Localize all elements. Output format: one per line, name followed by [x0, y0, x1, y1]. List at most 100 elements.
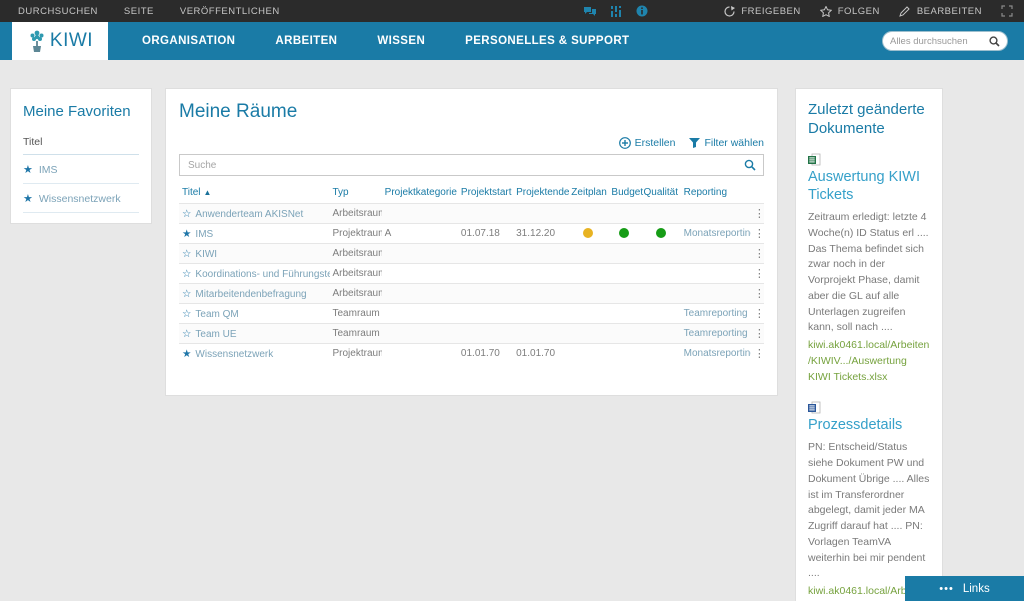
- star-filled-icon[interactable]: ★: [182, 348, 191, 360]
- favorite-item[interactable]: ★ IMS: [23, 155, 139, 184]
- rooms-search-input[interactable]: [180, 160, 737, 171]
- row-menu-icon[interactable]: ⋮: [751, 324, 764, 344]
- row-menu-icon[interactable]: ⋮: [751, 204, 764, 224]
- favorites-panel: Meine Favoriten Titel ★IMS★Wissensnetzwe…: [10, 88, 152, 224]
- room-title-link[interactable]: Koordinations- und Führungsteam: [195, 269, 329, 280]
- nav-item-arbeiten[interactable]: ARBEITEN: [255, 22, 357, 60]
- follow-button[interactable]: FOLGEN: [819, 5, 880, 17]
- room-title-link[interactable]: Wissensnetzwerk: [195, 349, 273, 360]
- nav-item-organisation[interactable]: ORGANISATION: [122, 22, 255, 60]
- star-filled-icon[interactable]: ★: [23, 192, 33, 205]
- favorite-item[interactable]: ★ Wissensnetzwerk: [23, 184, 139, 213]
- document-item: ProzessdetailsPN: Entscheid/Status siehe…: [808, 401, 930, 601]
- reporting-link[interactable]: Teamreporting: [684, 328, 748, 339]
- create-button[interactable]: Erstellen: [619, 137, 676, 149]
- edit-button[interactable]: BEARBEITEN: [898, 5, 982, 17]
- star-outline-icon[interactable]: ☆: [182, 208, 191, 220]
- topbar-item-seite[interactable]: SEITE: [124, 6, 154, 17]
- room-title-link[interactable]: IMS: [195, 229, 213, 240]
- rooms-search-icon[interactable]: [737, 155, 763, 175]
- favorites-column-header: Titel: [23, 136, 139, 155]
- room-title-link[interactable]: Mitarbeitendenbefragung: [195, 289, 306, 300]
- global-search-box[interactable]: [882, 31, 1008, 51]
- room-title-link[interactable]: Team UE: [195, 329, 236, 340]
- room-title-link[interactable]: Team QM: [195, 309, 238, 320]
- star-filled-icon[interactable]: ★: [182, 228, 191, 240]
- status-dot-yellow: [583, 228, 593, 238]
- room-projektstart: 01.07.18: [458, 224, 513, 244]
- document-title-link[interactable]: Prozessdetails: [808, 416, 930, 435]
- rooms-search-box[interactable]: [179, 154, 764, 176]
- column-header-qualität[interactable]: Qualität: [641, 184, 681, 204]
- reporting-link[interactable]: Teamreporting: [684, 308, 748, 319]
- nav-item-personelles-support[interactable]: PERSONELLES & SUPPORT: [445, 22, 649, 60]
- star-outline-icon[interactable]: ☆: [182, 268, 191, 280]
- topbar-item-durchsuchen[interactable]: DURCHSUCHEN: [18, 6, 98, 17]
- share-button[interactable]: FREIGEBEN: [722, 5, 800, 17]
- global-search-input[interactable]: [890, 36, 989, 47]
- chat-icon[interactable]: [583, 5, 597, 17]
- room-row[interactable]: ★WissensnetzwerkProjektraum01.01.7001.01…: [179, 344, 764, 364]
- room-row[interactable]: ★IMSProjektraumA01.07.1831.12.20Monatsre…: [179, 224, 764, 244]
- excel-icon: [808, 153, 930, 166]
- rooms-panel: Meine Räume Erstellen Filter wählen: [165, 88, 778, 396]
- focus-mode-icon[interactable]: [1000, 5, 1014, 17]
- nav-item-wissen[interactable]: WISSEN: [357, 22, 445, 60]
- document-url-link[interactable]: kiwi.ak0461.local/Arbeiten/KIWIV.../Ausw…: [808, 338, 930, 385]
- room-row[interactable]: ☆MitarbeitendenbefragungArbeitsraum⋮: [179, 284, 764, 304]
- row-menu-icon[interactable]: ⋮: [751, 344, 764, 364]
- column-header-titel[interactable]: Titel▲: [179, 184, 330, 204]
- room-title-link[interactable]: Anwenderteam AKISNet: [195, 209, 303, 220]
- share-label: FREIGEBEN: [741, 6, 800, 17]
- row-menu-icon[interactable]: ⋮: [751, 264, 764, 284]
- room-title-link[interactable]: KIWI: [195, 249, 217, 260]
- star-outline-icon[interactable]: ☆: [182, 308, 191, 320]
- column-header-typ[interactable]: Typ: [330, 184, 382, 204]
- room-projektende: 01.01.70: [513, 344, 568, 364]
- room-row[interactable]: ☆Team UETeamraumTeamreporting⋮: [179, 324, 764, 344]
- status-dot-green: [619, 228, 629, 238]
- search-icon[interactable]: [989, 36, 1000, 47]
- site-logo[interactable]: KIWI: [12, 22, 108, 60]
- links-button[interactable]: ••• Links: [905, 576, 1024, 601]
- row-menu-icon[interactable]: ⋮: [751, 244, 764, 264]
- room-row[interactable]: ☆Team QMTeamraumTeamreporting⋮: [179, 304, 764, 324]
- star-outline-icon[interactable]: ☆: [182, 328, 191, 340]
- edit-label: BEARBEITEN: [917, 6, 982, 17]
- star-outline-icon[interactable]: ☆: [182, 288, 191, 300]
- room-projektstart: [458, 304, 513, 324]
- status-budget: [608, 244, 640, 264]
- row-menu-icon[interactable]: ⋮: [751, 284, 764, 304]
- room-projektstart: [458, 204, 513, 224]
- room-row[interactable]: ☆KIWIArbeitsraum⋮: [179, 244, 764, 264]
- sliders-icon[interactable]: [609, 5, 623, 17]
- info-icon[interactable]: [635, 5, 649, 17]
- column-header-reporting[interactable]: Reporting: [681, 184, 751, 204]
- room-row[interactable]: ☆Koordinations- und FührungsteamArbeitsr…: [179, 264, 764, 284]
- reporting-link[interactable]: Monatsreporting: [684, 348, 751, 359]
- row-menu-icon[interactable]: ⋮: [751, 224, 764, 244]
- favorite-link[interactable]: IMS: [39, 164, 58, 176]
- status-budget: [608, 304, 640, 324]
- filter-button[interactable]: Filter wählen: [689, 137, 764, 149]
- column-header-projektende[interactable]: Projektende: [513, 184, 568, 204]
- room-projektende: [513, 284, 568, 304]
- column-header-budget[interactable]: Budget: [608, 184, 640, 204]
- reporting-link[interactable]: Monatsreporting: [684, 228, 751, 239]
- sort-ascending-icon: ▲: [204, 188, 212, 197]
- row-menu-icon[interactable]: ⋮: [751, 304, 764, 324]
- room-projektende: [513, 264, 568, 284]
- room-row[interactable]: ☆Anwenderteam AKISNetArbeitsraum⋮: [179, 204, 764, 224]
- document-title-link[interactable]: Auswertung KIWI Tickets: [808, 168, 930, 206]
- column-header-projektkategorie[interactable]: Projektkategorie: [382, 184, 458, 204]
- column-header-projektstart[interactable]: Projektstart: [458, 184, 513, 204]
- room-typ: Projektraum: [330, 344, 382, 364]
- status-budget: [608, 344, 640, 364]
- star-filled-icon[interactable]: ★: [23, 163, 33, 176]
- star-outline-icon[interactable]: ☆: [182, 248, 191, 260]
- column-header-zeitplan[interactable]: Zeitplan: [568, 184, 608, 204]
- primary-nav: ORGANISATION ARBEITEN WISSEN PERSONELLES…: [122, 22, 649, 60]
- topbar-item-veroeffentlichen[interactable]: VERÖFFENTLICHEN: [180, 6, 280, 17]
- status-budget: [608, 324, 640, 344]
- favorite-link[interactable]: Wissensnetzwerk: [39, 193, 121, 205]
